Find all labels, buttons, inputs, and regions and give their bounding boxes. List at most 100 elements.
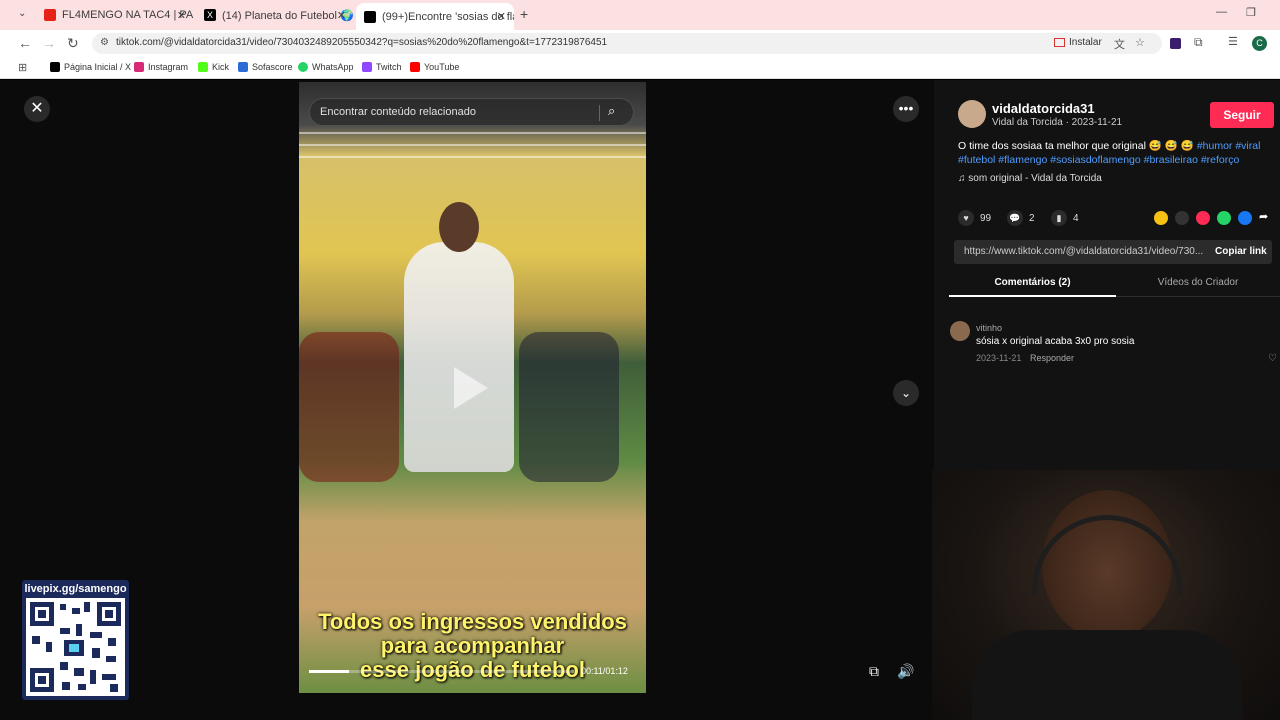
reload-icon[interactable]: ↻ [67, 35, 79, 51]
avatar[interactable] [958, 100, 986, 128]
share-arrow-icon[interactable]: ➦ [1259, 210, 1268, 223]
translate-icon[interactable]: 文 [1114, 36, 1125, 52]
bookmark-label: Instagram [148, 62, 189, 72]
stadium-railing [299, 144, 646, 146]
back-icon[interactable]: ← [18, 35, 32, 51]
star-icon[interactable]: ☆ [1135, 36, 1145, 49]
video-player[interactable]: Encontrar conteúdo relacionado ⌕ Todos o… [299, 82, 646, 693]
x-icon [50, 62, 60, 72]
close-icon[interactable]: ✕ [337, 9, 346, 22]
related-search-input[interactable]: Encontrar conteúdo relacionado ⌕ [309, 98, 634, 126]
close-icon[interactable]: ✕ [497, 10, 506, 23]
whatsapp-icon[interactable] [1217, 211, 1231, 225]
progress-fill [309, 670, 349, 673]
tab-creator-videos[interactable]: Vídeos do Criador [1116, 277, 1280, 288]
send-icon[interactable] [1196, 211, 1210, 225]
stadium-railing [299, 132, 646, 134]
friends-share-icon[interactable] [1154, 211, 1168, 225]
webcam-overlay [932, 470, 1280, 720]
tiktok-icon [364, 10, 376, 23]
install-icon [1054, 38, 1065, 47]
search-icon[interactable]: ⌕ [608, 103, 615, 119]
caption-line: para acompanhar [380, 633, 565, 658]
bookmark-sofascore[interactable]: Sofascore [238, 62, 293, 72]
puzzle-icon[interactable]: ⧉ [1194, 35, 1203, 50]
extension-icon[interactable] [1170, 38, 1181, 49]
streamer-shirt [972, 630, 1242, 720]
comment-like-icon[interactable]: ♡ [1268, 353, 1277, 364]
stadium-railing [299, 156, 646, 158]
tab-tiktok[interactable]: (99+)Encontre 'sosias do flame ✕ [356, 3, 514, 30]
whatsapp-icon [298, 62, 308, 72]
copy-link-button[interactable]: Copiar link [1215, 246, 1267, 257]
kick-icon [198, 62, 208, 72]
hashtag-link[interactable]: #humor #viral [1197, 140, 1261, 152]
bookmark-icon: ▮ [1051, 210, 1067, 226]
minimize-icon[interactable]: — [1216, 6, 1227, 18]
tab-youtube[interactable]: FL4MENGO NA TAC4 | PARÓDIA ✕ [36, 4, 194, 26]
tab-x[interactable]: X (14) Planeta do Futebol 🌍 (@pl ✕ [196, 4, 354, 26]
qr-overlay: livepix.gg/samengo [22, 580, 129, 700]
progress-track[interactable] [309, 670, 574, 673]
bookmark-kick[interactable]: Kick [198, 62, 229, 72]
comment-user[interactable]: vitinho [976, 323, 1002, 333]
bookmark-label: YouTube [424, 62, 460, 72]
play-icon[interactable] [454, 367, 488, 409]
caption-line: Todos os ingressos vendidos [318, 609, 627, 634]
install-label: Instalar [1069, 37, 1102, 48]
video-person [404, 242, 514, 472]
video-person-head [439, 202, 479, 252]
bookmark-instagram[interactable]: Instagram [134, 62, 188, 72]
apps-icon[interactable]: ⊞ [18, 61, 27, 74]
site-info-icon[interactable]: ⚙ [100, 37, 109, 48]
volume-icon[interactable]: 🔊 [895, 660, 917, 682]
description-text: O time dos sosiaa ta melhor que original… [958, 140, 1194, 152]
like-stat[interactable]: ♥ 99 [958, 210, 991, 226]
bookmark-whatsapp[interactable]: WhatsApp [298, 62, 354, 72]
tab-title: FL4MENGO NA TAC4 | PARÓDIA [62, 9, 194, 21]
tab-comments[interactable]: Comentários (2) [949, 277, 1116, 297]
video-time: 00:11/01:12 [581, 666, 628, 676]
comment-stat[interactable]: 💬 2 [1007, 210, 1035, 226]
follow-button[interactable]: Seguir [1210, 102, 1274, 128]
tab-title: (14) Planeta do Futebol 🌍 (@pl [222, 9, 354, 22]
facebook-icon[interactable] [1238, 211, 1252, 225]
bookmark-youtube[interactable]: YouTube [410, 62, 459, 72]
comment-avatar[interactable] [950, 321, 970, 341]
url-text[interactable]: tiktok.com/@vidaldatorcida31/video/73040… [116, 37, 607, 48]
address-bar: ← → ↻ ⚙ tiktok.com/@vidaldatorcida31/vid… [0, 30, 1280, 57]
youtube-icon [410, 62, 420, 72]
profile-avatar[interactable]: C [1252, 36, 1267, 51]
forward-icon[interactable]: → [42, 35, 56, 51]
omnibox[interactable]: ⚙ tiktok.com/@vidaldatorcida31/video/730… [92, 33, 1162, 54]
hashtag-link[interactable]: #futebol #flamengo #sosiasdoflamengo #br… [958, 154, 1239, 166]
copy-link-box: https://www.tiktok.com/@vidaldatorcida31… [954, 240, 1272, 264]
bookmark-x[interactable]: Página Inicial / X [50, 62, 131, 72]
qr-label: livepix.gg/samengo [24, 583, 127, 595]
more-options-icon[interactable]: ••• [893, 96, 919, 122]
bookmark-twitch[interactable]: Twitch [362, 62, 402, 72]
reading-list-icon[interactable]: ☰ [1228, 35, 1238, 48]
new-tab-button[interactable]: + [520, 6, 528, 22]
next-video-icon[interactable]: ⌄ [893, 380, 919, 406]
bookmark-label: Kick [212, 62, 230, 72]
tab-search-icon[interactable]: ⌄ [18, 8, 26, 19]
restore-icon[interactable]: ❐ [1246, 6, 1256, 19]
tab-title: (99+)Encontre 'sosias do flame [382, 10, 514, 23]
bookmark-label: Twitch [376, 62, 402, 72]
close-icon[interactable]: ✕ [177, 9, 186, 22]
pip-icon[interactable]: ⧉ [863, 660, 885, 682]
heart-icon: ♥ [958, 210, 974, 226]
close-video-button[interactable]: ✕ [24, 96, 50, 122]
comments-count: 2 [1029, 212, 1035, 224]
music-info[interactable]: ♫ som original - Vidal da Torcida [958, 173, 1102, 184]
music-label: som original - Vidal da Torcida [968, 173, 1102, 184]
save-stat[interactable]: ▮ 4 [1051, 210, 1079, 226]
x-icon: X [204, 9, 216, 21]
username[interactable]: vidaldatorcida31 [992, 101, 1095, 116]
comment-text: sósia x original acaba 3x0 pro sosia [976, 336, 1135, 347]
reply-button[interactable]: Responder [1030, 353, 1074, 363]
install-button[interactable]: Instalar [1054, 37, 1102, 48]
post-link[interactable]: https://www.tiktok.com/@vidaldatorcida31… [964, 246, 1203, 257]
embed-icon[interactable] [1175, 211, 1189, 225]
